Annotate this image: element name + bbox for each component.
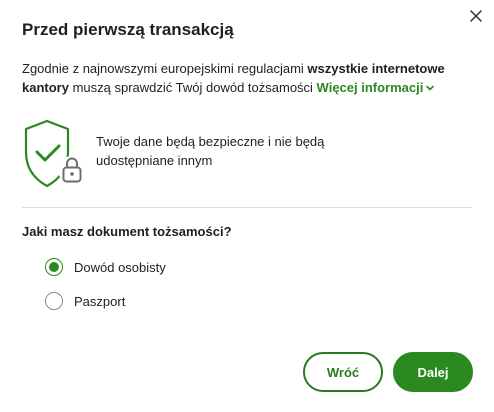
radio-option-passport[interactable]: Paszport — [45, 292, 125, 310]
data-safety-message: Twoje dane będą bezpieczne i nie będą ud… — [96, 134, 325, 168]
radio-label-id-card: Dowód osobisty — [74, 259, 166, 275]
radio-label-passport: Paszport — [74, 293, 126, 309]
shield-check-lock-icon — [24, 119, 86, 188]
next-button[interactable]: Dalej — [393, 352, 473, 392]
close-button[interactable] — [466, 6, 486, 26]
close-icon — [470, 10, 482, 22]
divider — [22, 207, 472, 208]
radio-passport[interactable] — [45, 292, 63, 310]
dialog-title: Przed pierwszą transakcją — [22, 20, 234, 39]
chevron-down-icon — [426, 85, 435, 90]
back-button[interactable]: Wróć — [303, 352, 383, 392]
intro-text: Zgodnie z najnowszymi europejskimi regul… — [22, 59, 474, 97]
document-question: Jaki masz dokument tożsamości? — [22, 224, 232, 239]
intro-text-after: muszą sprawdzić Twój dowód tożsamości — [68, 80, 317, 95]
intro-text-before: Zgodnie z najnowszymi europejskimi regul… — [22, 61, 308, 76]
more-info-link[interactable]: Więcej informacji — [317, 80, 436, 95]
radio-option-id-card[interactable]: Dowód osobisty — [45, 258, 166, 276]
more-info-link-label: Więcej informacji — [316, 80, 424, 95]
identity-dialog: Przed pierwszą transakcją Zgodnie z najn… — [0, 0, 494, 412]
radio-id-card[interactable] — [45, 258, 63, 276]
radio-selected-dot — [49, 262, 59, 272]
